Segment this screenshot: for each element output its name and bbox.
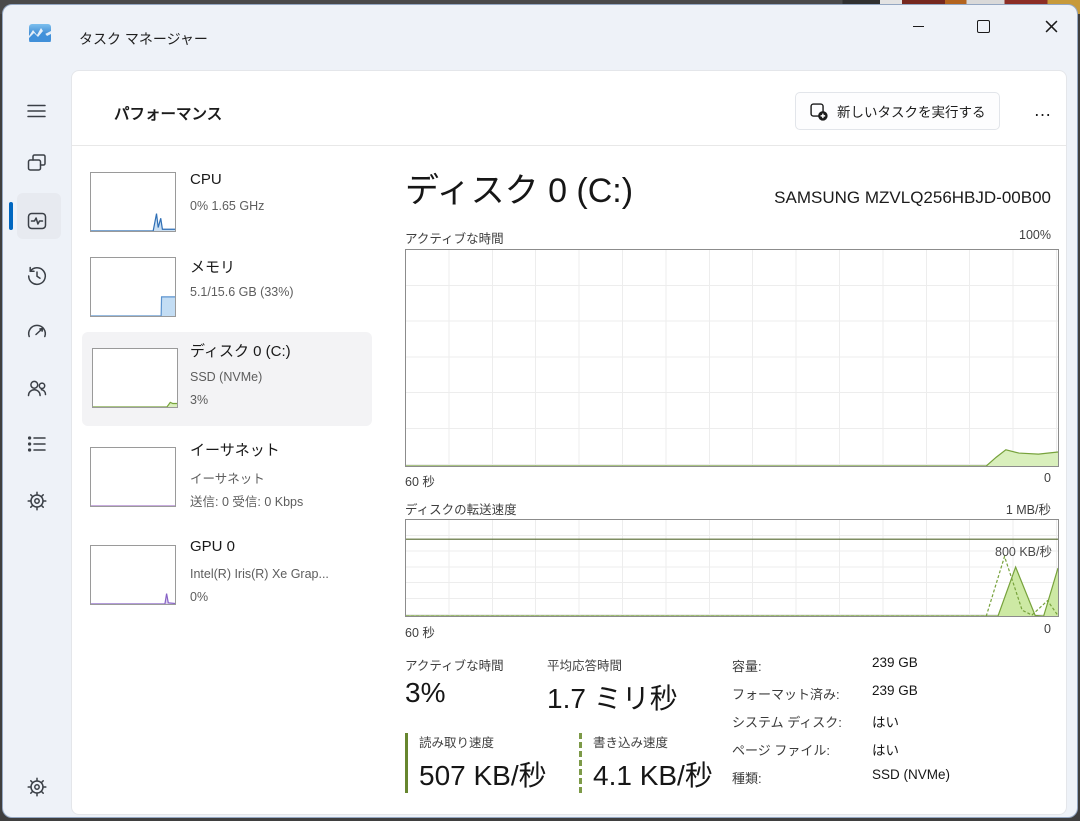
detail-value: 239 GB xyxy=(872,683,918,698)
hamburger-icon xyxy=(27,104,46,118)
chart1-x-left: 60 秒 xyxy=(405,475,435,489)
ellipsis-icon: … xyxy=(1033,99,1053,120)
detail-value: はい xyxy=(872,743,899,758)
sidebar-item-settings[interactable] xyxy=(25,775,49,799)
app-icon xyxy=(29,22,51,44)
sidebar-item-performance[interactable] xyxy=(25,209,49,233)
settings-gear-icon xyxy=(27,777,47,797)
nav-selected-pill xyxy=(9,202,13,230)
chart2-x-left: 60 秒 xyxy=(405,626,435,640)
perf-item-title: イーサネット xyxy=(190,442,280,459)
write-speed-label: 書き込み速度 xyxy=(593,736,669,750)
read-speed-legend-bar xyxy=(405,733,408,793)
transfer-rate-chart: 800 KB/秒 xyxy=(405,519,1059,617)
chart2-x-right: 0 xyxy=(1044,622,1051,636)
active-time-stat-label: アクティブな時間 xyxy=(405,659,504,673)
chart1-label: アクティブな時間 xyxy=(405,232,504,246)
chart1-max-label: 100% xyxy=(1019,228,1051,242)
list-icon xyxy=(27,436,46,452)
perf-item-sub: SSD (NVMe) xyxy=(190,370,263,384)
perf-item-sub: Intel(R) Iris(R) Xe Grap... xyxy=(190,567,329,581)
detail-value: はい xyxy=(872,715,899,730)
perf-item-sub: 5.1/15.6 GB (33%) xyxy=(190,285,294,299)
sidebar-item-app-history[interactable] xyxy=(25,264,49,288)
perf-item-sub: イーサネット xyxy=(190,472,265,486)
chart1-x-right: 0 xyxy=(1044,471,1051,485)
detail-label: フォーマット済み: xyxy=(732,687,840,702)
disk-page-title: ディスク 0 (C:) xyxy=(405,172,634,210)
processes-icon xyxy=(27,154,46,171)
page-title: パフォーマンス xyxy=(114,106,223,123)
users-icon xyxy=(27,380,47,397)
detail-value: SSD (NVMe) xyxy=(872,767,951,782)
active-time-chart xyxy=(405,249,1059,467)
perf-item-sub2: 送信: 0 受信: 0 Kbps xyxy=(190,495,304,509)
detail-label: 種類: xyxy=(732,771,762,786)
header-divider xyxy=(72,145,1066,146)
chart2-marker-label: 800 KB/秒 xyxy=(995,545,1052,559)
disk-mini-graph xyxy=(92,348,178,408)
performance-panel: パフォーマンス 新しいタスクを実行する … CPU 0% 1.65 GHz メモ… xyxy=(71,70,1067,815)
run-new-task-button[interactable]: 新しいタスクを実行する xyxy=(795,92,1000,130)
perf-item-cpu[interactable]: CPU 0% 1.65 GHz xyxy=(72,167,372,239)
response-time-stat-label: 平均応答時間 xyxy=(547,659,623,673)
detail-label: ページ ファイル: xyxy=(732,743,830,758)
write-speed-value: 4.1 KB/秒 xyxy=(593,760,713,791)
close-button[interactable] xyxy=(1029,9,1073,43)
read-speed-value: 507 KB/秒 xyxy=(419,760,547,791)
ethernet-mini-graph xyxy=(90,447,176,507)
response-time-stat-value: 1.7 ミリ秒 xyxy=(547,683,678,714)
memory-mini-graph xyxy=(90,257,176,317)
more-options-button[interactable]: … xyxy=(1024,92,1062,128)
minimize-icon xyxy=(912,25,924,27)
run-new-task-label: 新しいタスクを実行する xyxy=(837,105,986,120)
perf-item-sub2: 0% xyxy=(190,590,209,604)
history-clock-icon xyxy=(27,266,47,286)
disk-device-name: SAMSUNG MZVLQ256HBJD-00B00 xyxy=(774,188,1051,207)
chart2-max-label: 1 MB/秒 xyxy=(1005,503,1051,517)
sidebar-item-services[interactable] xyxy=(25,489,49,513)
task-manager-window: タスク マネージャー パフォーマンス 新しいタスクを実行する … CPU 0% … xyxy=(2,4,1078,818)
sidebar-item-startup-apps[interactable] xyxy=(25,320,49,344)
perf-item-title: ディスク 0 (C:) xyxy=(190,343,291,360)
close-icon xyxy=(1045,20,1057,32)
perf-item-sub: 0% 1.65 GHz xyxy=(190,199,265,213)
perf-item-sub2: 3% xyxy=(190,393,209,407)
sidebar-item-processes[interactable] xyxy=(25,152,49,176)
sidebar-item-users[interactable] xyxy=(25,376,49,400)
perf-item-gpu0[interactable]: GPU 0 Intel(R) Iris(R) Xe Grap... 0% xyxy=(72,538,372,628)
navigation-menu-button[interactable] xyxy=(25,99,49,123)
gauge-icon xyxy=(27,324,47,338)
minimize-button[interactable] xyxy=(896,9,940,43)
write-speed-legend-bar xyxy=(579,733,582,793)
perf-item-ethernet[interactable]: イーサネット イーサネット 送信: 0 受信: 0 Kbps xyxy=(72,439,372,529)
cpu-mini-graph xyxy=(90,172,176,232)
window-title: タスク マネージャー xyxy=(79,31,208,47)
perf-item-title: GPU 0 xyxy=(190,538,236,555)
perf-item-memory[interactable]: メモリ 5.1/15.6 GB (33%) xyxy=(72,252,372,324)
active-time-stat-value: 3% xyxy=(405,677,446,708)
maximize-button[interactable] xyxy=(961,9,1005,43)
detail-label: 容量: xyxy=(732,659,762,674)
perf-item-title: CPU xyxy=(190,171,222,188)
detail-label: システム ディスク: xyxy=(732,715,842,730)
performance-icon xyxy=(27,212,47,230)
new-task-icon xyxy=(810,102,828,121)
perf-item-title: メモリ xyxy=(190,259,236,276)
maximize-icon xyxy=(976,19,990,33)
read-speed-label: 読み取り速度 xyxy=(419,736,495,750)
services-gear-icon xyxy=(27,491,47,511)
gpu-mini-graph xyxy=(90,545,176,605)
detail-value: 239 GB xyxy=(872,655,918,670)
perf-item-disk0[interactable]: ディスク 0 (C:) SSD (NVMe) 3% xyxy=(72,332,372,426)
sidebar-item-details[interactable] xyxy=(25,432,49,456)
chart2-label: ディスクの転送速度 xyxy=(405,503,517,517)
